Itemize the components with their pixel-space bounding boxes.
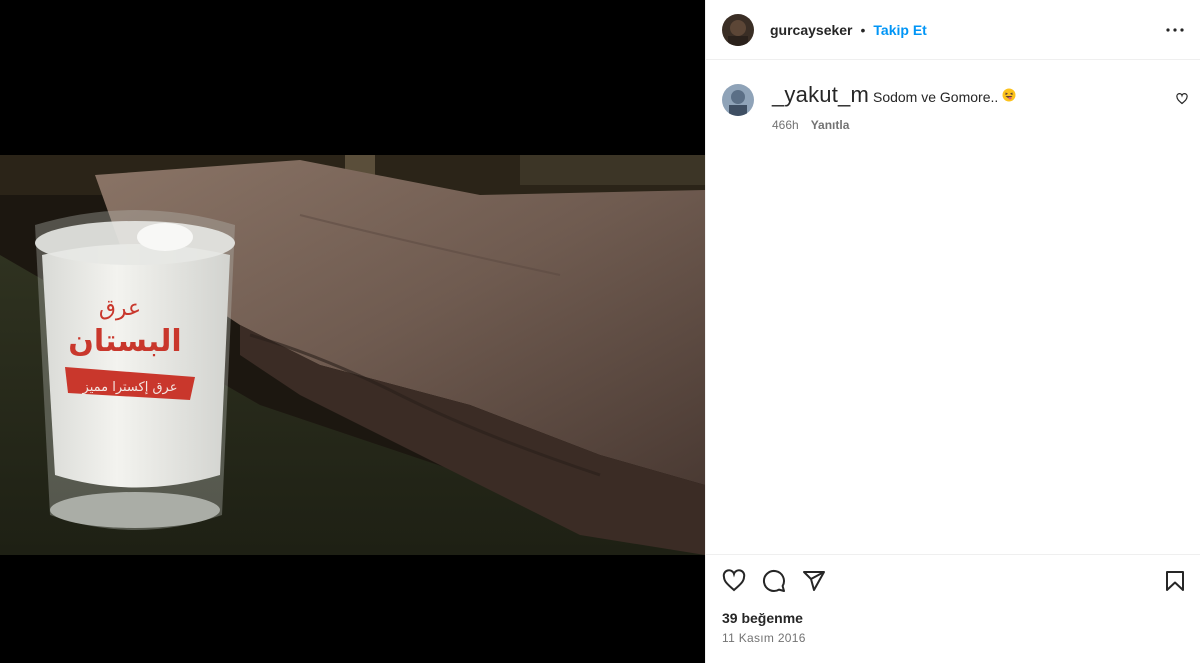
send-icon[interactable] (802, 569, 826, 593)
post-header: gurcayseker • Takip Et (706, 0, 1200, 60)
comment-time: 466h (772, 118, 799, 132)
author-avatar[interactable] (722, 13, 754, 46)
likes-count[interactable]: 39 beğenme (722, 610, 803, 626)
header-separator: • (860, 21, 866, 38)
comment-icon[interactable] (762, 569, 786, 593)
glass-brand-line1: عرق (99, 296, 141, 321)
author-username[interactable]: gurcayseker (770, 22, 853, 38)
post-media: عرق البستان عرق إكسترا مميز (0, 0, 705, 663)
comment-username[interactable]: _yakut_m (772, 82, 869, 108)
glass-brand-line2: البستان (68, 324, 181, 359)
more-horizontal-icon[interactable] (1165, 20, 1185, 40)
post-photo: عرق البستان عرق إكسترا مميز (0, 155, 705, 555)
follow-button[interactable]: Takip Et (873, 22, 926, 38)
reply-button[interactable]: Yanıtla (811, 118, 850, 132)
comment-heart-icon[interactable] (1176, 92, 1188, 105)
glass-banner: عرق إكسترا مميز (82, 380, 178, 395)
laughing-tongue-emoji-icon (1002, 88, 1016, 102)
bookmark-icon[interactable] (1163, 569, 1187, 593)
post-actions-bar: 39 beğenme 11 Kasım 2016 (706, 554, 1200, 663)
post-date[interactable]: 11 Kasım 2016 (722, 631, 806, 645)
glass-illustration (35, 210, 235, 530)
commenter-avatar[interactable] (722, 84, 754, 116)
heart-icon[interactable] (722, 569, 746, 593)
post-side-panel: gurcayseker • Takip Et _yakut_m Sodom ve… (705, 0, 1200, 663)
raki-glass-photo: عرق البستان عرق إكسترا مميز (0, 155, 705, 555)
comment-text: Sodom ve Gomore.. (872, 89, 999, 105)
